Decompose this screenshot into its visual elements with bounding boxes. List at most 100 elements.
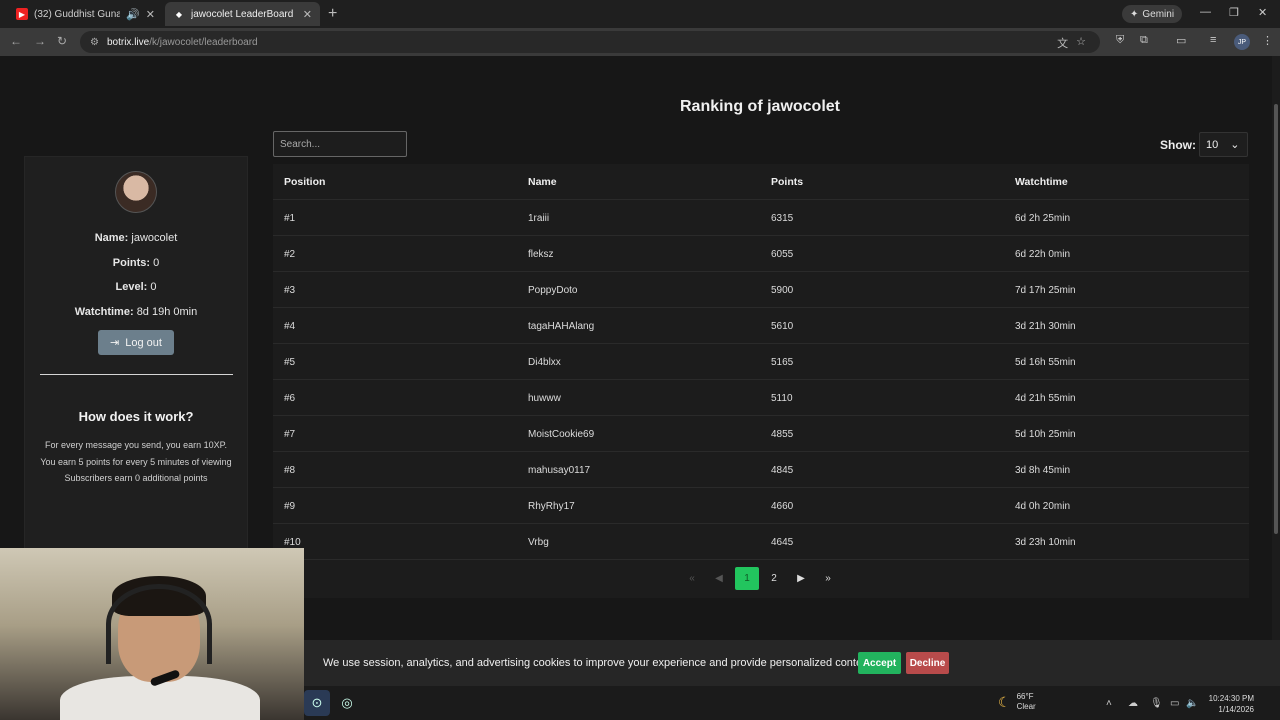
tab-leaderboard[interactable]: ◆ jawocolet LeaderBoard | The be ✕ — [165, 2, 320, 26]
forward-icon[interactable]: → — [34, 34, 46, 48]
accept-cookies-button[interactable]: Accept — [858, 652, 901, 674]
cell-watchtime: 5d 10h 25min — [1015, 428, 1076, 440]
microphone-icon[interactable]: 🎙 — [1150, 698, 1163, 709]
close-window-icon[interactable]: ✕ — [1258, 6, 1267, 19]
menu-kebab-icon[interactable]: ⋮ — [1262, 34, 1273, 47]
logout-label: Log out — [125, 336, 162, 349]
cell-name: fleksz — [528, 248, 554, 260]
cell-points: 4645 — [771, 536, 794, 548]
cell-points: 5110 — [771, 392, 793, 404]
gemini-label: Gemini — [1142, 8, 1175, 20]
onedrive-icon[interactable]: ☁ — [1128, 698, 1138, 709]
tray-chevron-icon[interactable]: ˄ — [1106, 698, 1112, 709]
tab-title: jawocolet LeaderBoard | The be — [191, 8, 297, 20]
network-icon[interactable]: ▭ — [1170, 698, 1179, 709]
media-controls-icon[interactable]: ≡ — [1210, 34, 1216, 46]
last-page-icon[interactable]: » — [820, 567, 836, 590]
translate-icon[interactable]: 文 — [1057, 35, 1068, 51]
page-1-label: 1 — [744, 573, 750, 584]
decline-cookies-button[interactable]: Decline — [906, 652, 949, 674]
search-input[interactable] — [273, 131, 407, 157]
table-row: #7 MoistCookie69 4855 5d 10h 25min — [273, 416, 1249, 452]
clock-time: 10:24:30 PM — [1208, 694, 1254, 703]
table-row: #3 PoppyDoto 5900 7d 17h 25min — [273, 272, 1249, 308]
url-host: botrix.live — [106, 36, 150, 48]
table-row: #6 huwww 5110 4d 21h 55min — [273, 380, 1249, 416]
logout-button[interactable]: ⇥ Log out — [98, 330, 174, 355]
cell-name: MoistCookie69 — [528, 428, 595, 440]
cell-points: 5165 — [771, 356, 794, 368]
header-position[interactable]: Position — [284, 164, 325, 200]
cell-position: #7 — [284, 428, 296, 440]
table-row: #9 RhyRhy17 4660 4d 0h 20min — [273, 488, 1249, 524]
cell-position: #2 — [284, 248, 296, 260]
speaker-icon[interactable]: 🔊 — [126, 8, 140, 21]
tab-title: (32) Guddhist Gunatita ft. G — [34, 8, 121, 20]
how-line: Subscribers earn 0 additional points — [64, 473, 208, 483]
url-bar[interactable]: ⚙ botrix.live/k/jawocolet/leaderboard 文 … — [80, 31, 1100, 53]
clock-date: 1/14/2026 — [1218, 705, 1254, 714]
page-1-button[interactable]: 1 — [735, 567, 759, 590]
cell-name: RhyRhy17 — [528, 500, 575, 512]
profile-card — [24, 156, 248, 556]
scrollbar-thumb[interactable] — [1274, 104, 1278, 534]
weather-desc: Clear — [1016, 702, 1036, 711]
profile-points: Points: 0 — [112, 257, 160, 269]
site-info-icon[interactable]: ⚙ — [90, 37, 99, 48]
cell-points: 4855 — [771, 428, 794, 440]
minimize-icon[interactable]: — — [1200, 6, 1211, 18]
page-title: Ranking of jawocolet — [679, 98, 840, 115]
table-row: #8 mahusay0117 4845 3d 8h 45min — [273, 452, 1249, 488]
page-size-select[interactable]: 10 ⌄ — [1199, 132, 1248, 157]
tab-youtube[interactable]: ▶ (32) Guddhist Gunatita ft. G 🔊 ✕ — [8, 2, 163, 26]
weather-widget[interactable]: ☾ 66°F Clear — [998, 692, 1036, 712]
cell-name: tagaHAHAlang — [528, 320, 595, 332]
moon-icon: ☾ — [998, 693, 1011, 710]
page-2-button[interactable]: 2 — [764, 567, 784, 590]
table-row: #10 Vrbg 4645 3d 23h 10min — [273, 524, 1249, 560]
url-path: /k/jawocolet/leaderboard — [149, 36, 258, 48]
header-points[interactable]: Points — [771, 164, 803, 200]
gemini-button[interactable]: ✦ Gemini — [1122, 5, 1183, 23]
profile-level: Level: 0 — [115, 281, 157, 293]
next-page-icon[interactable]: ▶ — [792, 567, 810, 590]
prev-page-icon[interactable]: ◀ — [711, 567, 727, 590]
cell-points: 4845 — [771, 464, 794, 476]
volume-icon[interactable]: 🔈 — [1186, 698, 1198, 709]
close-tab-icon[interactable]: ✕ — [303, 8, 312, 21]
header-name[interactable]: Name — [528, 164, 557, 200]
cell-name: Di4blxx — [528, 356, 561, 368]
system-clock[interactable]: 10:24:30 PM 1/14/2026 — [1204, 693, 1254, 715]
table-row: #4 tagaHAHAlang 5610 3d 21h 30min — [273, 308, 1249, 344]
chevron-down-icon: ⌄ — [1230, 139, 1240, 151]
profile-name: Name: jawocolet — [94, 232, 178, 244]
cast-icon[interactable]: ▭ — [1176, 34, 1186, 47]
back-icon[interactable]: ← — [10, 34, 22, 48]
first-page-icon[interactable]: « — [684, 567, 700, 590]
steam-icon[interactable]: ⊙ — [304, 690, 330, 716]
new-tab-icon[interactable]: + — [328, 5, 337, 23]
header-watchtime[interactable]: Watchtime — [1015, 164, 1068, 200]
headset-icon — [106, 584, 212, 664]
page-size-value: 10 — [1206, 138, 1219, 151]
cookie-text: We use session, analytics, and advertisi… — [323, 657, 875, 669]
cell-points: 5610 — [771, 320, 794, 332]
shield-extension-icon[interactable]: ⛨ — [1116, 34, 1124, 47]
cell-position: #3 — [284, 284, 296, 296]
scrollbar[interactable] — [1272, 56, 1280, 640]
close-tab-icon[interactable]: ✕ — [146, 8, 155, 21]
cell-position: #6 — [284, 392, 296, 404]
app-icon[interactable]: ◎ — [334, 690, 360, 716]
weather-temp: 66°F — [1016, 692, 1034, 701]
cell-points: 4660 — [771, 500, 794, 512]
cell-watchtime: 3d 23h 10min — [1015, 536, 1076, 548]
reload-icon[interactable]: ↻ — [57, 34, 67, 48]
bookmark-star-icon[interactable]: ☆ — [1076, 35, 1086, 51]
extensions-icon[interactable]: ⧉ — [1140, 34, 1148, 47]
how-line: You earn 5 points for every 5 minutes of… — [40, 457, 232, 467]
cell-position: #1 — [284, 212, 296, 224]
cell-name: 1raiii — [528, 212, 550, 224]
restore-icon[interactable]: ❐ — [1229, 6, 1239, 19]
cell-position: #9 — [284, 500, 296, 512]
profile-avatar[interactable]: JP — [1234, 34, 1250, 50]
